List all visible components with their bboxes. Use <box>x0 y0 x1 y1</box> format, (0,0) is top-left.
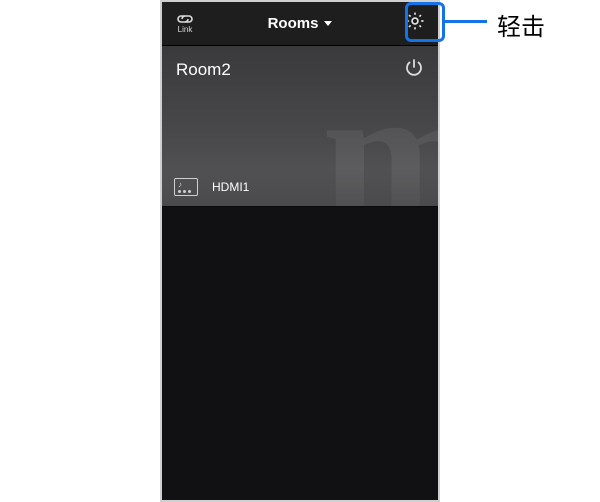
link-button[interactable]: Link <box>170 13 200 34</box>
chevron-down-icon <box>324 21 332 26</box>
callout-line <box>445 20 487 23</box>
link-label: Link <box>178 26 193 34</box>
app-screen: Link Rooms m Room2 <box>160 0 440 502</box>
room-name: Room2 <box>176 60 231 80</box>
gear-icon <box>404 10 426 37</box>
room-card[interactable]: m Room2 ♪ HDMI1 <box>162 46 438 207</box>
header-title: Rooms <box>268 15 319 32</box>
source-row[interactable]: ♪ HDMI1 <box>162 168 438 206</box>
callout-label: 轻击 <box>497 7 545 42</box>
source-label: HDMI1 <box>212 180 249 194</box>
content-area <box>162 207 438 501</box>
power-icon <box>402 56 426 85</box>
settings-button[interactable] <box>400 10 430 37</box>
header-bar: Link Rooms <box>162 2 438 46</box>
rooms-dropdown[interactable]: Rooms <box>268 15 333 32</box>
source-icon: ♪ <box>174 178 198 196</box>
power-button[interactable] <box>400 56 428 84</box>
